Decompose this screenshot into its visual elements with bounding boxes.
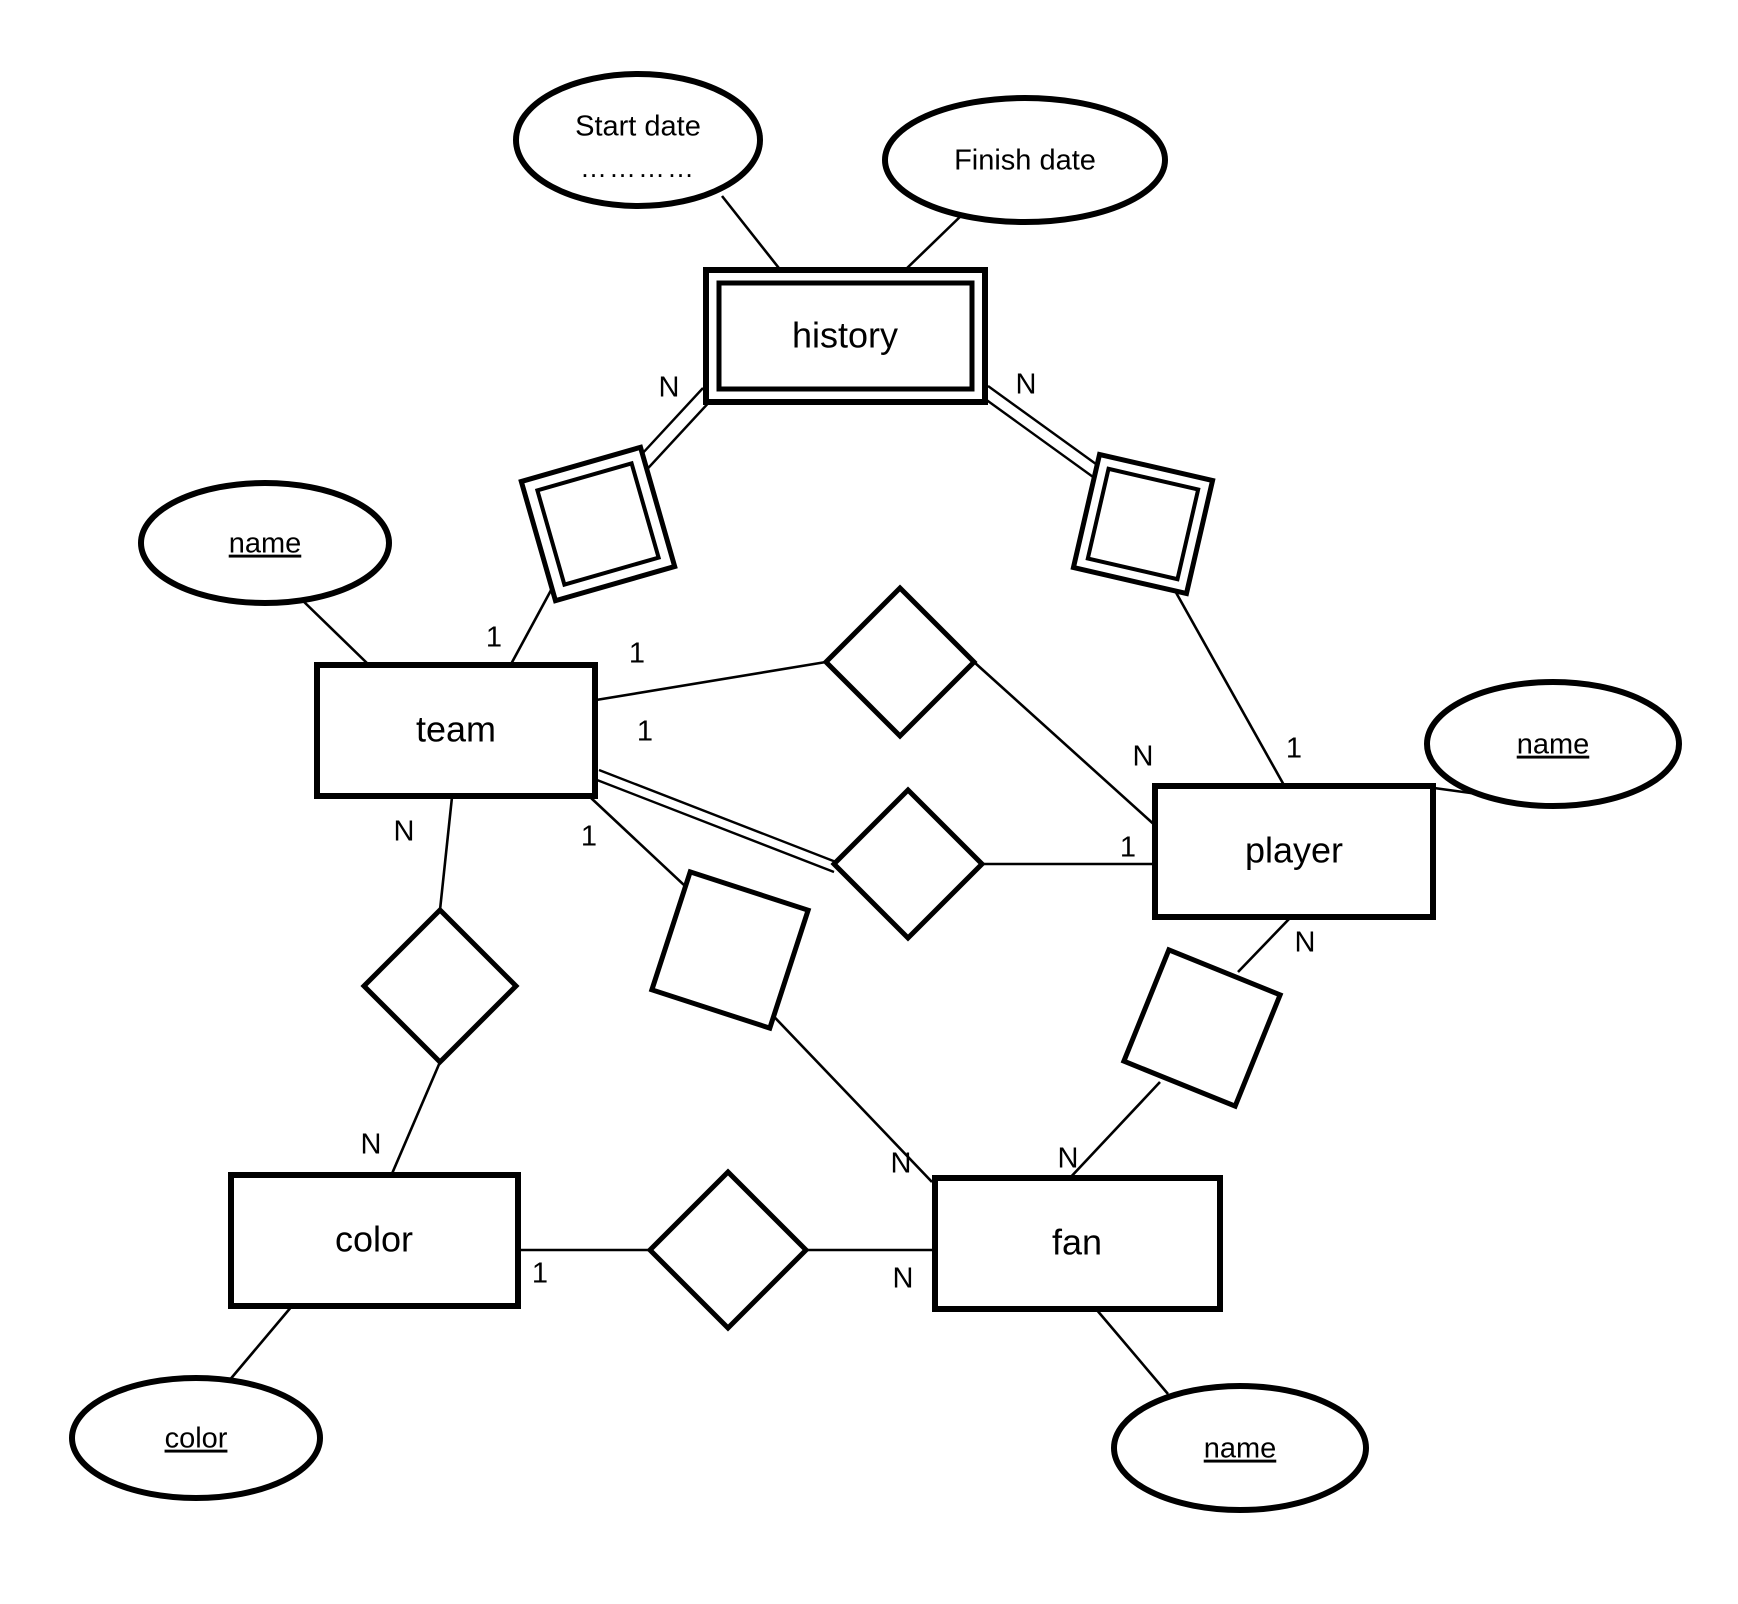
edge-team-rel2-a bbox=[596, 778, 835, 874]
entity-color[interactable]: color bbox=[228, 1172, 521, 1309]
er-diagram-svg: Start date ………… Finish date name name co… bbox=[69, 71, 1682, 1513]
edge-rel1-player bbox=[973, 661, 1159, 829]
cardinality-player-topleft: N bbox=[1133, 741, 1154, 773]
entity-team-label: team bbox=[416, 709, 496, 750]
edge-history-player-rel-b bbox=[987, 385, 1108, 473]
cardinality-team-right-mid: 1 bbox=[637, 716, 653, 748]
attribute-start-date[interactable]: Start date ………… bbox=[513, 71, 763, 209]
attribute-start-date-sublabel: ………… bbox=[580, 153, 696, 183]
relationship-history-player-inner bbox=[1085, 466, 1201, 582]
edge-startdate-history bbox=[720, 195, 784, 273]
cardinality-fan-top: N bbox=[1058, 1143, 1079, 1175]
relationship-history-team[interactable] bbox=[518, 444, 678, 604]
attribute-team-name[interactable]: name bbox=[138, 480, 392, 606]
attribute-color-color-label: color bbox=[165, 1423, 228, 1455]
attribute-fan-name-label: name bbox=[1204, 1433, 1277, 1465]
cardinality-player-top: 1 bbox=[1286, 733, 1302, 765]
relationship-color-fan[interactable] bbox=[646, 1168, 810, 1332]
relationship-team-player-1-shape bbox=[822, 584, 978, 740]
edge-player-fanrel bbox=[1237, 917, 1291, 973]
cardinality-player-bottom: N bbox=[1295, 927, 1316, 959]
relationship-team-player-2[interactable] bbox=[830, 786, 986, 942]
edge-fan-fanname bbox=[1095, 1308, 1169, 1395]
attribute-finish-date-label: Finish date bbox=[954, 145, 1096, 177]
edge-finishdate-history bbox=[902, 211, 966, 273]
cardinality-player-left: 1 bbox=[1120, 832, 1136, 864]
cardinality-team-bottom-right: 1 bbox=[581, 821, 597, 853]
relationship-color-fan-shape bbox=[646, 1168, 810, 1332]
relationship-team-color-shape bbox=[360, 906, 520, 1066]
attribute-color-color[interactable]: color bbox=[69, 1375, 323, 1501]
entity-color-label: color bbox=[335, 1219, 413, 1260]
entities-group: history team player color fan bbox=[228, 267, 1436, 1312]
attribute-player-name[interactable]: name bbox=[1424, 679, 1682, 809]
edge-player-rel-player bbox=[1167, 579, 1287, 788]
attribute-finish-date[interactable]: Finish date bbox=[882, 95, 1168, 225]
entity-history-label: history bbox=[792, 315, 898, 356]
edge-color-colorattr bbox=[227, 1305, 293, 1383]
cardinality-history-left: N bbox=[659, 372, 680, 404]
relationship-player-fan-shape bbox=[1120, 946, 1284, 1110]
edge-team-colorrel bbox=[438, 796, 454, 911]
edge-history-team-rel-a bbox=[638, 397, 714, 479]
cardinality-team-bottom: N bbox=[394, 816, 415, 848]
edge-history-player-rel-a bbox=[980, 395, 1101, 483]
relationship-team-fan[interactable] bbox=[648, 868, 812, 1032]
cardinality-fan-topleft: N bbox=[891, 1148, 912, 1180]
cardinality-team-right-top: 1 bbox=[629, 638, 645, 670]
entity-history[interactable]: history bbox=[703, 267, 988, 405]
entity-team[interactable]: team bbox=[314, 662, 598, 799]
edge-team-rel2-b bbox=[598, 768, 837, 864]
relationship-team-player-1[interactable] bbox=[822, 584, 978, 740]
entity-player-label: player bbox=[1245, 830, 1343, 871]
entity-player[interactable]: player bbox=[1152, 783, 1436, 920]
relationship-team-color[interactable] bbox=[360, 906, 520, 1066]
cardinality-fan-left: N bbox=[893, 1263, 914, 1295]
attribute-fan-name[interactable]: name bbox=[1111, 1383, 1369, 1513]
edge-team-rel-team bbox=[508, 580, 558, 667]
relationship-history-player[interactable] bbox=[1070, 451, 1216, 597]
attribute-team-name-label: name bbox=[229, 528, 302, 560]
cardinality-team-top: 1 bbox=[486, 622, 502, 654]
entity-fan-label: fan bbox=[1052, 1222, 1102, 1263]
relationship-player-fan[interactable] bbox=[1120, 946, 1284, 1110]
edge-fanrel-fan2 bbox=[1067, 1081, 1161, 1181]
cardinality-color-right: 1 bbox=[532, 1258, 548, 1290]
er-diagram-canvas: Start date ………… Finish date name name co… bbox=[0, 0, 1738, 1604]
attribute-start-date-label: Start date bbox=[575, 111, 701, 143]
edge-colorrel-color bbox=[389, 1061, 442, 1177]
cardinality-color-top: N bbox=[361, 1129, 382, 1161]
relationship-team-fan-shape bbox=[648, 868, 812, 1032]
edge-teamname-team bbox=[299, 597, 371, 667]
relationship-team-player-2-shape bbox=[830, 786, 986, 942]
attribute-player-name-label: name bbox=[1517, 729, 1590, 761]
entity-fan[interactable]: fan bbox=[932, 1175, 1223, 1312]
cardinality-history-right: N bbox=[1016, 369, 1037, 401]
